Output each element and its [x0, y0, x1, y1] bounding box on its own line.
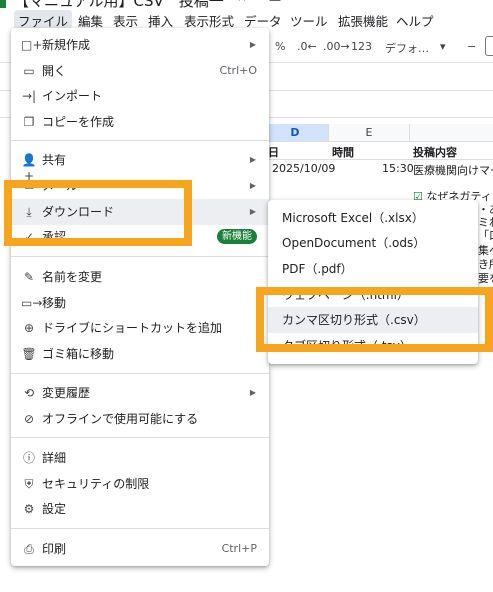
- download-tsv[interactable]: タブ区切り形式（.tsv）: [268, 333, 478, 359]
- percent-format-button[interactable]: %: [275, 40, 285, 53]
- cell-date[interactable]: 2025/10/09: [272, 162, 335, 175]
- copy-icon: ❐: [23, 115, 35, 129]
- menu-item-details[interactable]: ⓘ 詳細: [11, 445, 269, 471]
- new-badge: 新機能: [217, 229, 257, 244]
- menu-item-share[interactable]: 👤+ 共有 ▶: [11, 147, 269, 183]
- header-time[interactable]: 時間: [332, 144, 354, 160]
- star-icon[interactable]: ☆ ▭ ☁: [236, 0, 281, 5]
- menu-divider: [11, 373, 269, 374]
- download-html[interactable]: ウェブページ（.html）: [268, 282, 478, 308]
- header-date[interactable]: 日: [268, 144, 279, 160]
- menu-item-move[interactable]: ▭→ 移動: [11, 290, 269, 316]
- chevron-right-icon: ▶: [249, 388, 256, 397]
- menu-item-version-history[interactable]: ⟲ 変更履歴 ▶: [11, 380, 269, 406]
- menu-item-approval[interactable]: ✓ 承認 新機能: [11, 224, 269, 250]
- cell-snippet: 「口: [478, 229, 493, 242]
- menu-divider: [11, 437, 269, 438]
- import-icon: →|: [21, 89, 37, 103]
- menu-item-download[interactable]: ⤓ ダウンロード ▶: [11, 199, 269, 225]
- chevron-right-icon: ▶: [249, 207, 256, 216]
- download-xlsx[interactable]: Microsoft Excel（.xlsx）: [268, 205, 478, 231]
- drive-shortcut-icon: ⊕: [23, 321, 35, 335]
- menu-item-offline[interactable]: ⊘ オフラインで使用可能にする: [11, 406, 269, 432]
- printer-icon: ⎙: [24, 542, 34, 556]
- font-size-input[interactable]: [485, 36, 493, 56]
- cell-time[interactable]: 15:30: [382, 162, 414, 175]
- shield-icon: ⛨: [24, 477, 34, 491]
- move-folder-icon: ▭→: [21, 296, 43, 310]
- pencil-icon: ✎: [23, 270, 35, 284]
- menu-item-print[interactable]: ⎙ 印刷 Ctrl+P: [11, 536, 269, 562]
- column-header-d[interactable]: D: [262, 124, 329, 142]
- menu-divider: [11, 256, 269, 257]
- new-file-icon: □+: [21, 38, 43, 52]
- info-icon: ⓘ: [22, 451, 35, 465]
- chevron-right-icon: ▶: [249, 40, 256, 49]
- menu-divider: [11, 140, 269, 141]
- font-size-decrease-button[interactable]: −: [467, 40, 476, 53]
- menu-item-add-shortcut[interactable]: ⊕ ドライブにショートカットを追加: [11, 315, 269, 341]
- menu-bar: ファイル 編集 表示 挿入 表示形式 データ ツール 拡張機能 ヘルプ: [0, 8, 493, 31]
- person-add-icon: 👤+: [21, 153, 37, 183]
- menu-item-trash[interactable]: 🗑 ゴミ箱に移動: [11, 341, 269, 367]
- menu-tools[interactable]: ツール: [286, 10, 332, 31]
- menu-item-rename[interactable]: ✎ 名前を変更: [11, 264, 269, 290]
- download-csv[interactable]: カンマ区切り形式（.csv）: [268, 307, 478, 333]
- chevron-right-icon: ▶: [249, 155, 256, 164]
- chevron-down-icon[interactable]: ▾: [440, 40, 446, 53]
- column-header-f[interactable]: [410, 124, 493, 142]
- menu-extensions[interactable]: 拡張機能: [334, 10, 392, 31]
- cell-snippet: 要を: [478, 272, 493, 285]
- email-icon: ✉: [23, 179, 35, 193]
- download-pdf[interactable]: PDF（.pdf）: [268, 256, 478, 282]
- column-header-e[interactable]: E: [329, 124, 410, 142]
- menu-item-settings[interactable]: ⚙ 設定: [11, 496, 269, 522]
- decrease-decimal-button[interactable]: .0←: [297, 40, 317, 53]
- menu-item-import[interactable]: →| インポート: [11, 83, 269, 109]
- download-ods[interactable]: OpenDocument（.ods）: [268, 230, 478, 256]
- header-content[interactable]: 投稿内容: [413, 144, 457, 160]
- menu-item-make-copy[interactable]: ❐ コピーを作成: [11, 109, 269, 135]
- row-divider: [262, 159, 493, 160]
- font-select[interactable]: デフォ…: [385, 40, 429, 56]
- menu-item-new[interactable]: □+ 新規作成 ▶: [11, 32, 269, 58]
- menu-item-email[interactable]: ✉ メール ▶: [11, 173, 269, 199]
- offline-icon: ⊘: [23, 412, 35, 426]
- download-submenu: Microsoft Excel（.xlsx） OpenDocument（.ods…: [268, 200, 478, 364]
- menu-item-security[interactable]: ⛨ セキュリティの制限: [11, 471, 269, 497]
- approval-icon: ✓: [23, 230, 35, 244]
- trash-icon: 🗑: [21, 347, 37, 361]
- increase-decimal-button[interactable]: .00→: [323, 40, 350, 53]
- cell-content[interactable]: 医療機関向けマー: [413, 162, 493, 178]
- sheets-logo-icon[interactable]: [0, 0, 6, 8]
- folder-icon: ▭: [23, 64, 35, 78]
- download-icon: ⤓: [26, 205, 32, 219]
- gear-icon: ⚙: [23, 502, 35, 516]
- file-menu: □+ 新規作成 ▶ ▭ 開く Ctrl+O →| インポート ❐ コピーを作成 …: [11, 28, 269, 566]
- menu-item-open[interactable]: ▭ 開く Ctrl+O: [11, 58, 269, 84]
- menu-divider: [11, 528, 269, 529]
- title-bar: 【マニュアル用】CSV 投稿一 ☆ ▭ ☁: [0, 0, 493, 10]
- chevron-right-icon: ▶: [249, 181, 256, 190]
- history-icon: ⟲: [23, 386, 35, 400]
- menu-help[interactable]: ヘルプ: [392, 10, 438, 31]
- number-format-button[interactable]: 123: [351, 40, 372, 53]
